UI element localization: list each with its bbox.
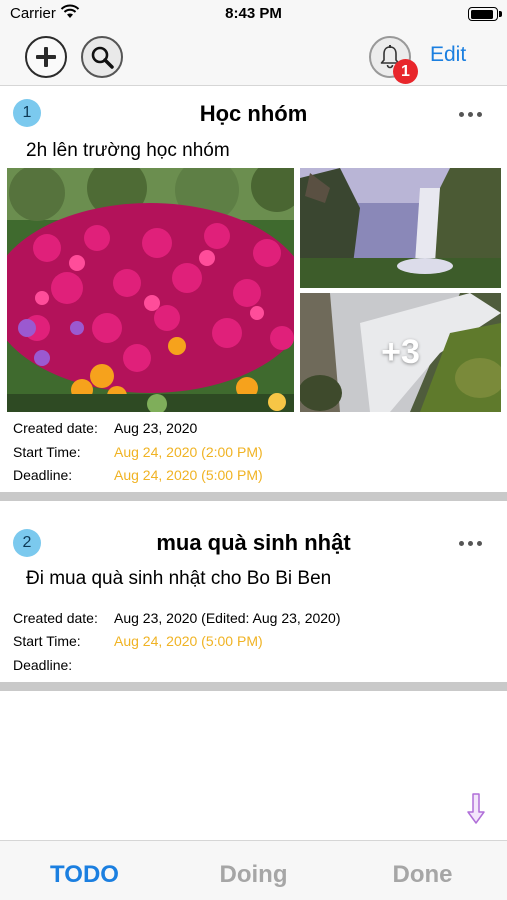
tab-doing[interactable]: Doing [169, 861, 338, 889]
navigation-bar: Edit [0, 28, 507, 86]
edit-button[interactable]: Edit [430, 43, 466, 67]
start-time-label: Start Time: [13, 633, 81, 649]
deadline-value: Aug 24, 2020 (5:00 PM) [114, 467, 263, 483]
scroll-down-arrow-icon[interactable] [466, 793, 486, 825]
task-title: mua quà sinh nhật [156, 530, 351, 555]
flower-image [7, 168, 294, 412]
waterfall-photo[interactable] [300, 168, 501, 288]
tab-done[interactable]: Done [338, 861, 507, 889]
created-date-label: Created date: [13, 610, 98, 626]
card-separator [0, 682, 507, 691]
magnifier-icon [91, 46, 114, 69]
task-description: 2h lên trường học nhóm [26, 140, 230, 161]
flower-photo[interactable] [7, 168, 294, 412]
more-images-count: +3 [381, 333, 420, 371]
card-separator [0, 492, 507, 501]
deadline-label: Deadline: [13, 657, 73, 673]
status-bar: Carrier 8:43 PM [0, 0, 507, 28]
tab-todo[interactable]: TODO [0, 861, 169, 889]
tab-bar: TODO Doing Done [0, 840, 507, 900]
river-photo[interactable]: +3 [300, 293, 501, 412]
add-task-button[interactable] [25, 36, 67, 78]
more-options-icon[interactable] [459, 112, 482, 117]
start-time-label: Start Time: [13, 444, 81, 460]
notification-badge: 1 [393, 59, 418, 84]
battery-icon [468, 7, 502, 21]
created-date-label: Created date: [13, 420, 98, 436]
deadline-label: Deadline: [13, 467, 73, 483]
start-time-value: Aug 24, 2020 (5:00 PM) [114, 633, 263, 649]
plus-circle-icon [36, 47, 56, 67]
more-options-icon[interactable] [459, 541, 482, 546]
task-description: Đi mua quà sinh nhật cho Bo Bi Ben [26, 568, 332, 589]
created-date-value: Aug 23, 2020 (Edited: Aug 23, 2020) [114, 610, 341, 626]
clock: 8:43 PM [225, 5, 282, 22]
waterfall-image [300, 168, 501, 288]
search-button[interactable] [81, 36, 123, 78]
task-title: Học nhóm [199, 101, 308, 126]
start-time-value: Aug 24, 2020 (2:00 PM) [114, 444, 263, 460]
created-date-value: Aug 23, 2020 [114, 420, 198, 436]
